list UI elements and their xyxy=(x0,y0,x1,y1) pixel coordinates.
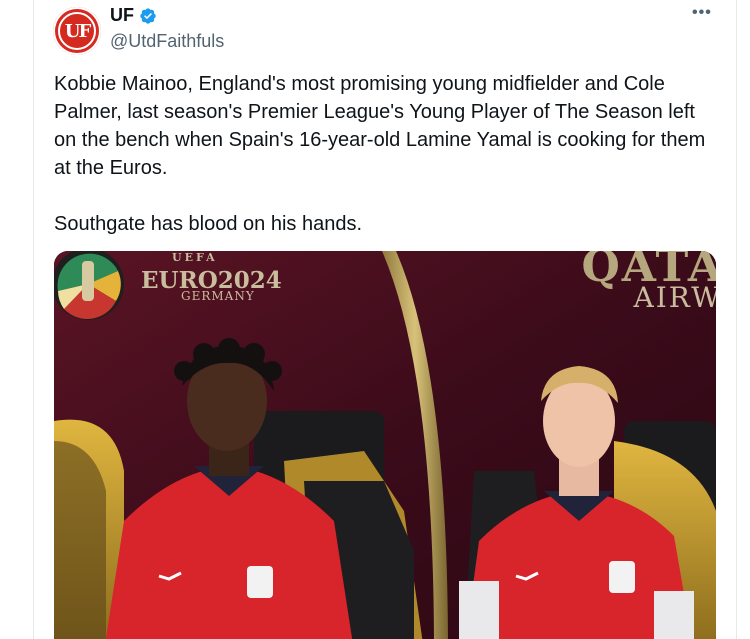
display-name[interactable]: UF xyxy=(110,5,134,26)
author-name-row: UF xyxy=(110,5,157,26)
sponsor-bottom-text: AIRW xyxy=(633,281,716,314)
uefa-text: UEFA xyxy=(172,251,218,264)
bench-photo xyxy=(54,251,716,639)
tweet-image[interactable]: UEFA EURO2024 GERMANY QATA AIRW xyxy=(54,251,716,639)
verified-badge-icon xyxy=(140,7,156,24)
author-handle[interactable]: @UtdFaithfuls xyxy=(110,31,224,52)
more-options-icon[interactable]: ••• xyxy=(692,4,712,22)
avatar[interactable]: UF xyxy=(53,7,101,55)
tweet-view: UF UF @UtdFaithfuls ••• Kobbie Mainoo, E… xyxy=(0,0,750,639)
germany-text: GERMANY xyxy=(181,289,255,303)
tweet-card: UF UF @UtdFaithfuls ••• Kobbie Mainoo, E… xyxy=(33,0,737,639)
avatar-logo: UF xyxy=(58,12,96,50)
tweet-text: Kobbie Mainoo, England's most promising … xyxy=(54,73,706,235)
